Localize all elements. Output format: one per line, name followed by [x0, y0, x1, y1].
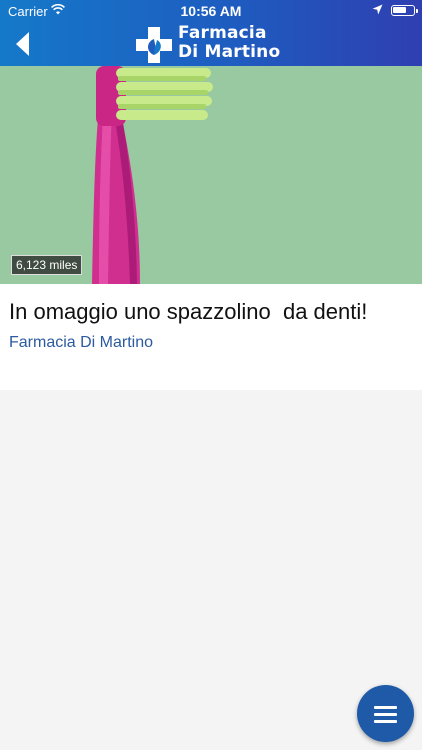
post-card[interactable]: 6,123 miles In omaggio uno spazzolino da… — [0, 66, 422, 390]
distance-badge: 6,123 miles — [11, 255, 83, 275]
app-header: Carrier 10:56 AM Farmacia Di Martino — [0, 0, 422, 66]
location-arrow-icon — [372, 4, 383, 15]
battery-icon — [391, 5, 418, 16]
logo-text-line2: Di Martino — [178, 42, 281, 62]
brand-logo: Farmacia Di Martino — [136, 24, 286, 64]
post-image[interactable]: 6,123 miles — [0, 66, 422, 284]
pharmacy-cross-icon — [136, 27, 172, 63]
toothbrush-illustration — [0, 66, 422, 284]
clock: 10:56 AM — [180, 3, 242, 19]
status-bar: Carrier 10:56 AM — [0, 0, 422, 22]
post-title[interactable]: In omaggio uno spazzolino da denti! — [9, 299, 367, 325]
post-author-link[interactable]: Farmacia Di Martino — [9, 334, 153, 352]
logo-text-line1: Farmacia — [178, 23, 267, 43]
back-button[interactable] — [11, 30, 35, 58]
menu-fab-button[interactable] — [357, 685, 414, 742]
chevron-left-icon — [16, 32, 29, 56]
